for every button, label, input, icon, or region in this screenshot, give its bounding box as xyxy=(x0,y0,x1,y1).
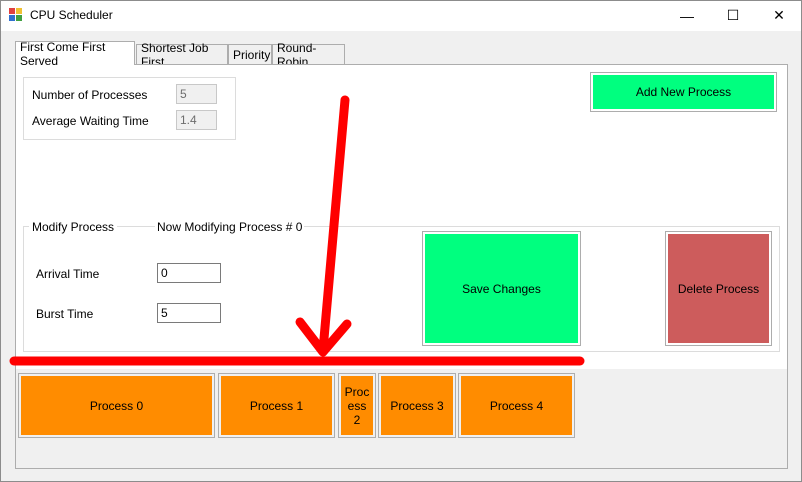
num-processes-label: Number of Processes xyxy=(32,88,148,102)
title-bar: CPU Scheduler — ☐ ✕ xyxy=(0,0,802,31)
avg-waiting-field: 1.4 xyxy=(176,110,217,130)
tab-fcfs[interactable]: First Come First Served xyxy=(15,39,135,68)
minimize-icon: — xyxy=(680,7,694,24)
process-block-1[interactable]: Process 1 xyxy=(218,373,335,438)
close-button[interactable]: ✕ xyxy=(756,0,802,31)
save-changes-button[interactable]: Save Changes xyxy=(422,231,581,346)
window-title: CPU Scheduler xyxy=(30,8,113,22)
modify-status: Now Modifying Process # 0 xyxy=(155,220,305,234)
tab-label: Priority xyxy=(233,47,271,62)
avg-waiting-label: Average Waiting Time xyxy=(32,114,149,128)
process-block-3[interactable]: Process 3 xyxy=(378,373,456,438)
tab-label: First Come First Served xyxy=(20,39,106,68)
maximize-button[interactable]: ☐ xyxy=(710,0,756,31)
process-block-4[interactable]: Process 4 xyxy=(458,373,575,438)
tab-round-robin[interactable]: Round-Robin xyxy=(272,41,345,69)
burst-time-label: Burst Time xyxy=(36,307,94,321)
minimize-button[interactable]: — xyxy=(664,0,710,31)
delete-process-button[interactable]: Delete Process xyxy=(665,231,772,346)
process-block-0[interactable]: Process 0 xyxy=(18,373,215,438)
app-icon xyxy=(9,8,22,21)
burst-time-input[interactable] xyxy=(157,303,221,323)
maximize-icon: ☐ xyxy=(726,7,740,23)
process-block-2[interactable]: Proc ess 2 xyxy=(338,373,376,438)
close-icon: ✕ xyxy=(773,7,785,23)
tab-priority[interactable]: Priority xyxy=(228,44,272,64)
num-processes-field: 5 xyxy=(176,84,217,104)
add-process-button[interactable]: Add New Process xyxy=(590,72,777,112)
arrival-time-label: Arrival Time xyxy=(36,267,100,281)
tab-sjf[interactable]: Shortest Job First xyxy=(136,41,228,69)
modify-group-label: Modify Process xyxy=(29,220,118,234)
arrival-time-input[interactable] xyxy=(157,263,221,283)
